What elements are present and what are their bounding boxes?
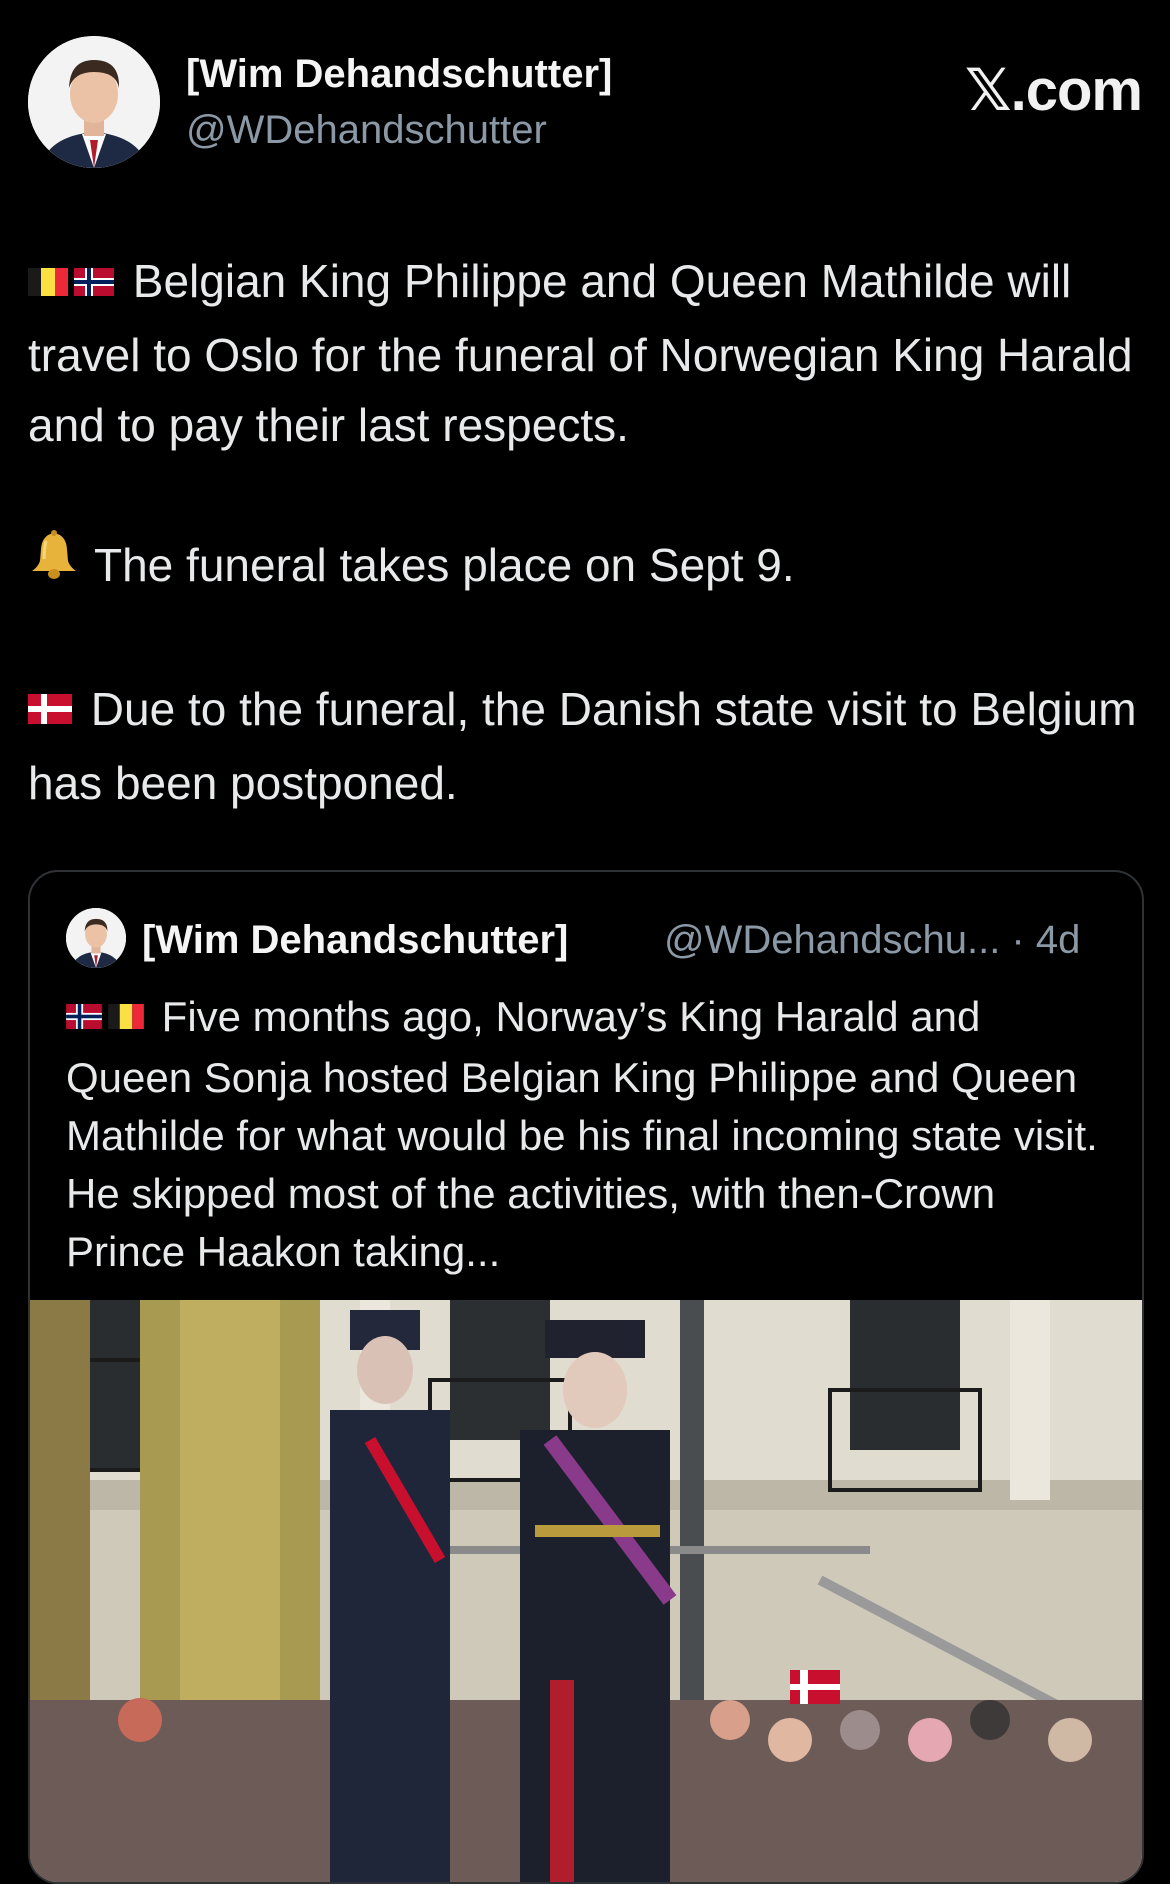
quoted-tweet-text: Five months ago, Norway’s King Harald an…	[66, 988, 1106, 1281]
x-logo-watermark: 𝕏.com	[964, 58, 1143, 123]
denmark-flag-icon	[28, 673, 72, 743]
quoted-tweet-video-thumbnail[interactable]	[30, 1300, 1142, 1882]
tweet-paragraph-2-text: The funeral takes place on Sept 9.	[94, 538, 795, 591]
quoted-tweet-text-content: Five months ago, Norway’s King Harald an…	[66, 993, 1098, 1275]
norway-flag-icon	[74, 245, 114, 315]
bell-icon	[28, 529, 80, 600]
quoted-author-avatar[interactable]	[66, 908, 126, 968]
quoted-tweet[interactable]: [Wim Dehandschutter] @WDehandschu... · 4…	[28, 870, 1144, 1884]
quoted-author-name[interactable]: [Wim Dehandschutter]	[142, 918, 568, 963]
quoted-author-handle-and-time[interactable]: @WDehandschu... · 4d	[664, 918, 1080, 963]
tweet-header: [Wim Dehandschutter] @WDehandschutter 𝕏.…	[28, 36, 1143, 176]
belgium-flag-icon	[108, 986, 144, 1044]
tweet-paragraph-2: The funeral takes place on Sept 9.	[28, 530, 1140, 604]
tweet-text: Belgian King Philippe and Queen Mathilde…	[28, 246, 1140, 818]
tweet-paragraph-3: Due to the funeral, the Danish state vis…	[28, 674, 1140, 818]
belgium-flag-icon	[28, 245, 68, 315]
author-handle[interactable]: @WDehandschutter	[186, 108, 547, 153]
tweet-paragraph-1-text: Belgian King Philippe and Queen Mathilde…	[28, 255, 1133, 451]
author-name[interactable]: [Wim Dehandschutter]	[186, 52, 612, 97]
quoted-tweet-header: [Wim Dehandschutter] @WDehandschu... · 4…	[66, 908, 1106, 970]
tweet-paragraph-1: Belgian King Philippe and Queen Mathilde…	[28, 246, 1140, 460]
author-avatar[interactable]	[28, 36, 160, 168]
tweet-paragraph-3-text: Due to the funeral, the Danish state vis…	[28, 683, 1137, 810]
norway-flag-icon	[66, 986, 102, 1044]
